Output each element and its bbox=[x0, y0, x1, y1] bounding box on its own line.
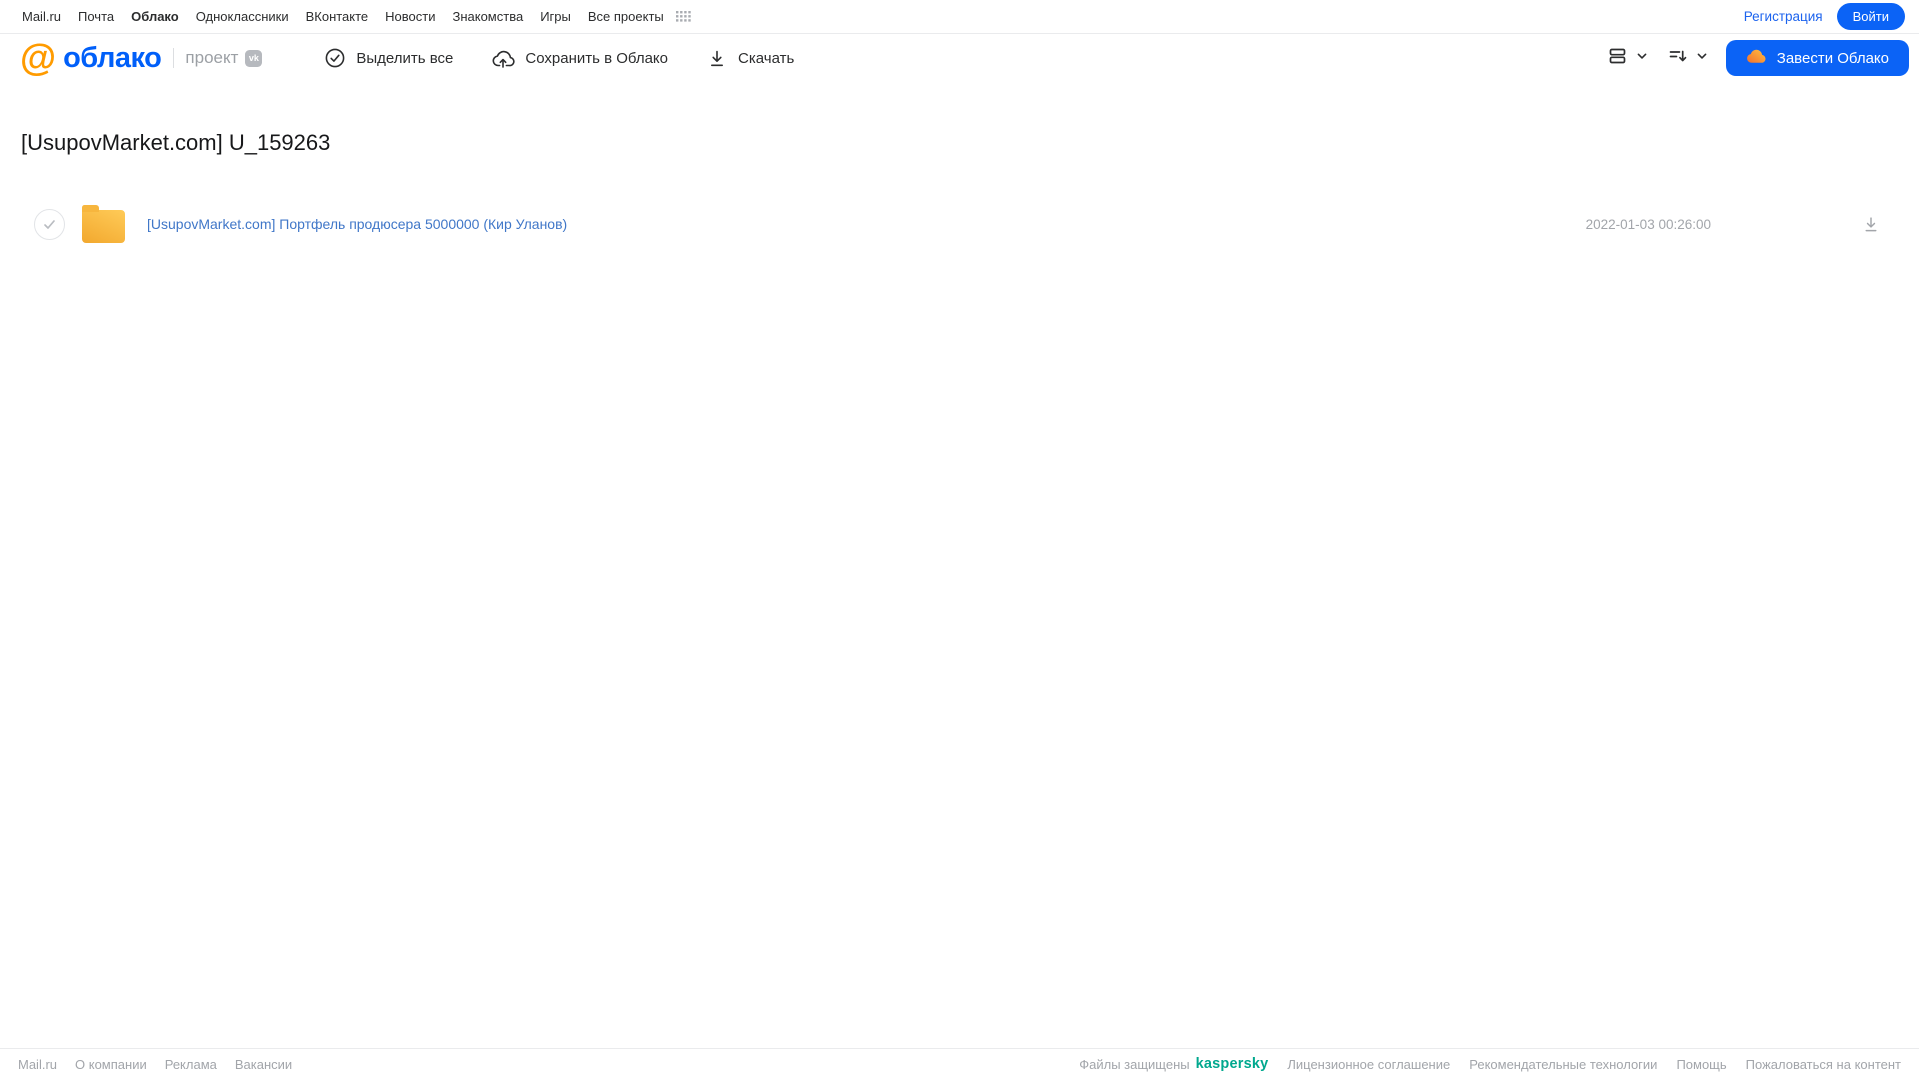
header-bar: @ облако проект vk Выделить все Сохранит… bbox=[0, 34, 1919, 82]
get-cloud-label: Завести Облако bbox=[1776, 49, 1889, 67]
portal-link-znakomstva[interactable]: Знакомства bbox=[452, 9, 523, 24]
download-label: Скачать bbox=[738, 49, 795, 67]
footer-link-mailru[interactable]: Mail.ru bbox=[18, 1057, 57, 1072]
logo-divider bbox=[173, 48, 175, 68]
page-title: [UsupovMarket.com] U_159263 bbox=[21, 130, 331, 155]
sort-control[interactable] bbox=[1666, 44, 1709, 73]
chevron-down-icon bbox=[1635, 49, 1649, 68]
project-label: проект bbox=[185, 48, 239, 67]
sort-icon bbox=[1666, 44, 1690, 73]
portal-link-novosti[interactable]: Новости bbox=[385, 9, 435, 24]
footer-link-help[interactable]: Помощь bbox=[1676, 1057, 1726, 1072]
download-icon bbox=[706, 47, 728, 69]
file-name-link[interactable]: [UsupovMarket.com] Портфель продюсера 50… bbox=[147, 216, 567, 232]
cloud-upload-icon bbox=[491, 47, 516, 69]
vk-icon: vk bbox=[245, 49, 263, 67]
get-cloud-button[interactable]: Завести Облако bbox=[1725, 40, 1909, 76]
portal-nav: Mail.ru Почта Облако Одноклассники ВКонт… bbox=[0, 0, 1919, 34]
cloud-logo[interactable]: @ облако проект vk bbox=[20, 37, 263, 79]
portal-link-oblako[interactable]: Облако bbox=[131, 9, 179, 24]
registration-link[interactable]: Регистрация bbox=[1744, 9, 1823, 24]
file-row[interactable]: [UsupovMarket.com] Портфель продюсера 50… bbox=[0, 200, 1919, 248]
login-button[interactable]: Войти bbox=[1836, 3, 1905, 30]
footer-link-o-kompanii[interactable]: О компании bbox=[75, 1057, 147, 1072]
logo-text: облако bbox=[63, 41, 162, 74]
footer-link-reklama[interactable]: Реклама bbox=[165, 1057, 217, 1072]
select-all-button[interactable]: Выделить все bbox=[324, 47, 453, 69]
footer-right: Файлы защищены kaspersky Лицензионное со… bbox=[1079, 1056, 1901, 1072]
download-button[interactable]: Скачать bbox=[706, 47, 794, 69]
kaspersky-protected: Файлы защищены kaspersky bbox=[1079, 1056, 1268, 1072]
footer: Mail.ru О компании Реклама Вакансии Файл… bbox=[0, 1048, 1919, 1079]
view-mode-icon bbox=[1606, 44, 1630, 73]
cloud-icon bbox=[1746, 48, 1767, 68]
file-checkbox[interactable] bbox=[34, 208, 65, 240]
select-all-label: Выделить все bbox=[356, 49, 454, 67]
save-to-cloud-label: Сохранить в Облако bbox=[525, 49, 669, 67]
mailru-at-icon: @ bbox=[20, 37, 57, 79]
check-icon bbox=[44, 219, 55, 229]
portal-link-vkontakte[interactable]: ВКонтакте bbox=[306, 9, 369, 24]
portal-link-igry[interactable]: Игры bbox=[540, 9, 571, 24]
file-download-icon[interactable] bbox=[1861, 214, 1881, 234]
kaspersky-logo: kaspersky bbox=[1195, 1056, 1269, 1072]
chevron-down-icon bbox=[1695, 49, 1709, 68]
footer-link-report-content[interactable]: Пожаловаться на контент bbox=[1746, 1057, 1901, 1072]
portal-link-vse-proekty[interactable]: Все проекты bbox=[588, 9, 664, 24]
save-to-cloud-button[interactable]: Сохранить в Облако bbox=[491, 47, 668, 69]
portal-link-mailru[interactable]: Mail.ru bbox=[22, 9, 61, 24]
footer-link-license[interactable]: Лицензионное соглашение bbox=[1287, 1057, 1450, 1072]
footer-link-vakansii[interactable]: Вакансии bbox=[235, 1057, 292, 1072]
protected-label: Файлы защищены bbox=[1079, 1056, 1190, 1072]
header-right-controls: Завести Облако bbox=[1606, 40, 1911, 76]
all-projects-grid-icon[interactable] bbox=[675, 11, 691, 22]
footer-link-recommendations[interactable]: Рекомендательные технологии bbox=[1469, 1057, 1657, 1072]
file-date: 2022-01-03 00:26:00 bbox=[1585, 216, 1711, 232]
view-mode-control[interactable] bbox=[1606, 44, 1649, 73]
portal-link-odnoklassniki[interactable]: Одноклассники bbox=[196, 9, 289, 24]
file-toolbar: Выделить все Сохранить в Облако Скачать bbox=[324, 47, 794, 69]
folder-icon[interactable] bbox=[81, 205, 125, 243]
portal-link-pochta[interactable]: Почта bbox=[78, 9, 114, 24]
check-circle-icon bbox=[324, 47, 346, 69]
